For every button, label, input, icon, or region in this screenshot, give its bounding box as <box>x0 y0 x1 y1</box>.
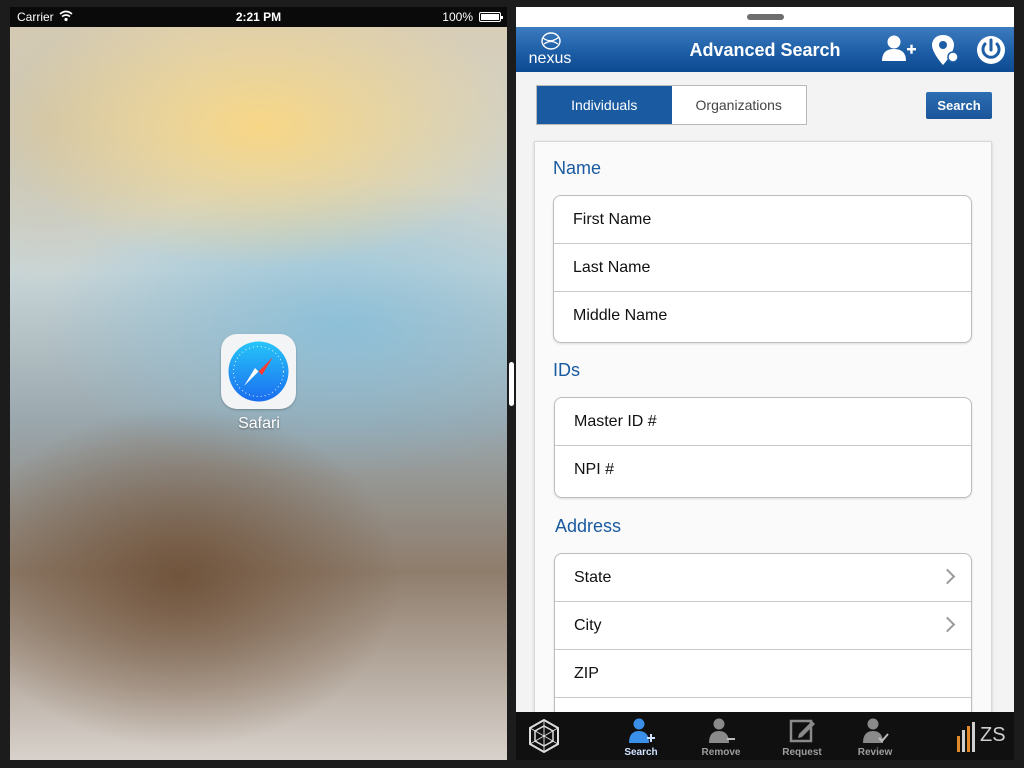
status-bar: Carrier 2:21 PM 100% <box>10 7 507 27</box>
city-label: City <box>574 616 602 634</box>
middle-name-field[interactable]: Middle Name <box>554 292 971 340</box>
city-field[interactable]: City <box>555 602 971 650</box>
zs-logo-text: ZS <box>980 724 1006 746</box>
remove-person-icon <box>709 718 735 743</box>
search-person-icon <box>629 718 655 743</box>
ids-field-group: Master ID # NPI # <box>554 397 972 498</box>
battery-icon <box>479 12 503 22</box>
tab-review-label: Review <box>857 747 893 758</box>
tab-search-label: Search <box>624 747 658 758</box>
tab-remove[interactable]: Remove <box>686 715 756 759</box>
bottom-tab-bar: Search Remove Request Review ZS <box>516 712 1014 760</box>
nav-bar: nexus Advanced Search <box>516 27 1014 72</box>
home-screen-pane: Carrier 2:21 PM 100% Safari <box>10 7 507 760</box>
chevron-right-icon <box>939 568 956 585</box>
tab-search[interactable]: Search <box>606 715 676 759</box>
search-form-card: Name First Name Last Name Middle Name ID… <box>534 141 992 743</box>
company-emblem-icon <box>526 718 562 759</box>
edit-request-icon <box>789 719 815 743</box>
safari-label[interactable]: Safari <box>209 415 309 433</box>
entity-type-segmented-control: Individuals Organizations <box>536 85 807 125</box>
safari-app-icon[interactable] <box>221 334 296 409</box>
segment-organizations[interactable]: Organizations <box>672 86 807 124</box>
first-name-field[interactable]: First Name <box>554 196 971 244</box>
add-person-icon[interactable] <box>880 33 916 67</box>
state-label: State <box>574 568 612 586</box>
tab-request[interactable]: Request <box>767 715 837 759</box>
zip-field[interactable]: ZIP <box>555 650 971 698</box>
safari-compass-icon <box>228 341 289 402</box>
section-title-ids: IDs <box>553 360 580 380</box>
state-field[interactable]: State <box>555 554 971 602</box>
last-name-field[interactable]: Last Name <box>554 244 971 292</box>
zs-bars-icon <box>957 722 975 752</box>
slide-over-top-strip <box>516 7 1014 27</box>
zs-logo: ZS <box>956 722 1006 752</box>
segment-individuals[interactable]: Individuals <box>537 86 672 124</box>
pane-grabber[interactable] <box>747 14 784 20</box>
review-person-icon <box>863 718 889 743</box>
npi-field[interactable]: NPI # <box>555 446 971 494</box>
nexus-app-pane: nexus Advanced Search Individuals Organi… <box>516 7 1014 760</box>
chevron-right-icon <box>939 616 956 633</box>
location-pin-icon[interactable] <box>930 33 964 67</box>
master-id-field[interactable]: Master ID # <box>555 398 971 446</box>
tab-review[interactable]: Review <box>840 715 910 759</box>
power-icon[interactable] <box>974 33 1008 67</box>
tab-request-label: Request <box>782 747 822 758</box>
search-button[interactable]: Search <box>926 92 992 119</box>
search-content: Individuals Organizations Search Name Fi… <box>516 72 1014 743</box>
tab-remove-label: Remove <box>701 747 741 758</box>
section-title-address: Address <box>555 516 622 536</box>
name-field-group: First Name Last Name Middle Name <box>553 195 972 343</box>
battery-percent: 100% <box>442 10 473 24</box>
split-view-divider-handle[interactable] <box>509 362 514 406</box>
section-title-name: Name <box>553 158 602 178</box>
status-time: 2:21 PM <box>235 10 282 24</box>
